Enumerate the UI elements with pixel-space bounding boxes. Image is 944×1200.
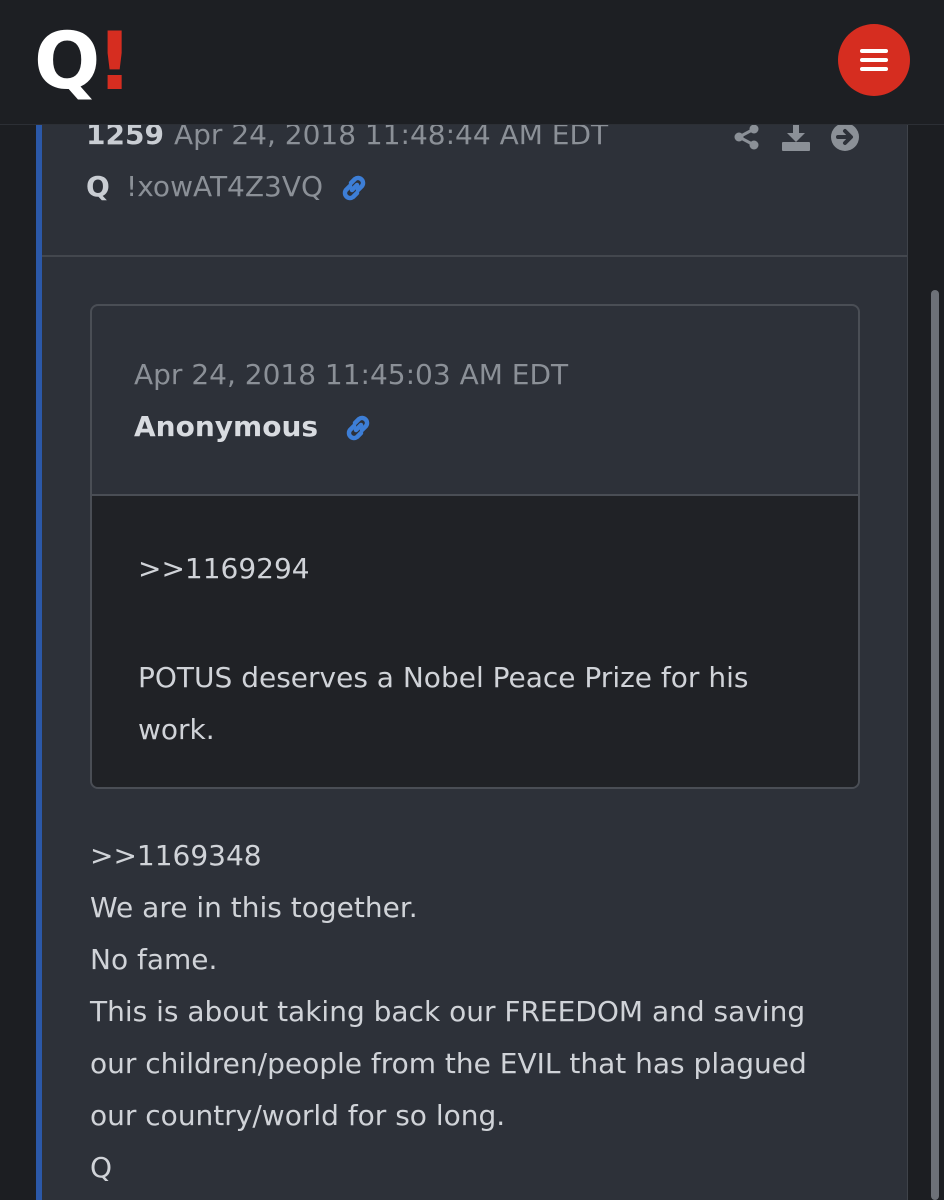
post-header: 1259 Apr 24, 2018 11:48:44 AM EDT Q !xow…	[42, 118, 907, 257]
body-line: This is about taking back our FREEDOM an…	[90, 995, 806, 1028]
site-logo[interactable]: Q !	[34, 15, 133, 108]
post-author: Q	[86, 170, 110, 203]
download-icon[interactable]	[780, 122, 812, 156]
post-card: 1259 Apr 24, 2018 11:48:44 AM EDT Q !xow…	[36, 118, 908, 1200]
quoted-timestamp: Apr 24, 2018 11:45:03 AM EDT	[134, 358, 569, 391]
post-tripcode: !xowAT4Z3VQ	[126, 170, 324, 203]
link-icon[interactable]	[342, 412, 374, 448]
arrow-right-icon[interactable]	[830, 122, 860, 156]
quoted-post-header: Apr 24, 2018 11:45:03 AM EDT Anonymous	[92, 306, 858, 496]
hamburger-icon	[859, 48, 889, 72]
link-icon[interactable]	[338, 172, 370, 208]
page-content: 1259 Apr 24, 2018 11:48:44 AM EDT Q !xow…	[0, 118, 944, 1200]
body-line: our country/world for so long.	[90, 1099, 506, 1132]
logo-letter: Q	[34, 17, 100, 107]
body-line: No fame.	[90, 943, 218, 976]
top-bar: Q !	[0, 0, 944, 125]
post-actions	[732, 122, 860, 156]
logo-mark: !	[96, 15, 133, 108]
post-body: >>1169348 We are in this together. No fa…	[90, 830, 870, 1194]
body-line: our children/people from the EVIL that h…	[90, 1047, 807, 1080]
share-icon[interactable]	[732, 122, 762, 156]
quoted-reference-link[interactable]: >>1169294	[138, 552, 310, 585]
menu-button[interactable]	[838, 24, 910, 96]
quoted-post: Apr 24, 2018 11:45:03 AM EDT Anonymous >…	[90, 304, 860, 789]
quoted-post-body: >>1169294 POTUS deserves a Nobel Peace P…	[92, 496, 858, 787]
scrollbar-thumb[interactable]	[931, 290, 939, 1200]
body-line: We are in this together.	[90, 891, 418, 924]
reply-reference-link[interactable]: >>1169348	[90, 830, 870, 882]
quoted-text: POTUS deserves a Nobel Peace Prize for h…	[138, 661, 749, 746]
signature-line: Q	[90, 1151, 113, 1184]
quoted-author: Anonymous	[134, 410, 319, 443]
